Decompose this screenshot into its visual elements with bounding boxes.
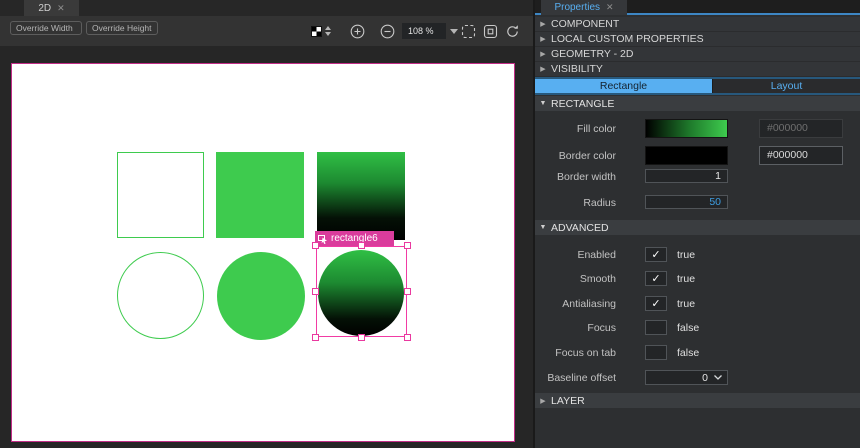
chevron-down-icon[interactable]: [714, 375, 722, 380]
canvas-background-color-swatch[interactable]: [311, 26, 322, 37]
properties-tabstrip: Properties ✕: [535, 0, 860, 15]
caret-right-icon: ▶: [535, 50, 551, 58]
rectangle-solid-green[interactable]: [216, 152, 304, 238]
section-local-custom-properties[interactable]: ▶ LOCAL CUSTOM PROPERTIES: [535, 32, 860, 47]
antialiasing-label: Antialiasing: [535, 298, 616, 310]
caret-down-icon: ▼: [535, 224, 551, 231]
caret-right-icon: ▶: [535, 65, 551, 73]
fill-color-label: Fill color: [535, 123, 616, 135]
close-icon[interactable]: ✕: [606, 2, 614, 13]
tab-2d-label: 2D: [38, 3, 51, 14]
design-studio-window: 2D ✕ Override Width Override Height 108 …: [0, 0, 860, 448]
section-title: ADVANCED: [551, 222, 609, 234]
zoom-to-selection-icon[interactable]: [483, 24, 498, 39]
focus-on-tab-label: Focus on tab: [535, 347, 616, 359]
tab-rectangle[interactable]: Rectangle: [535, 79, 712, 93]
border-color-label: Border color: [535, 150, 616, 162]
focus-checkbox[interactable]: [645, 320, 667, 335]
section-rectangle-header[interactable]: ▼ RECTANGLE: [535, 96, 860, 111]
caret-right-icon: ▶: [535, 20, 551, 28]
zoom-out-icon[interactable]: [380, 24, 395, 39]
border-color-swatch[interactable]: [645, 146, 728, 165]
caret-down-icon: ▼: [535, 100, 551, 107]
component-cursor-icon: [318, 234, 328, 244]
caret-right-icon: ▶: [535, 397, 551, 405]
focus-on-tab-value: false: [677, 347, 699, 359]
tab-layout[interactable]: Layout: [712, 79, 860, 93]
type-tabbar: Rectangle Layout: [535, 77, 860, 95]
section-layer-header[interactable]: ▶ LAYER: [535, 393, 860, 408]
selection-rectangle: [316, 246, 407, 337]
tab-properties[interactable]: Properties ✕: [541, 0, 627, 15]
selection-handle[interactable]: [312, 334, 319, 341]
zoom-level-field[interactable]: 108 %: [402, 23, 446, 39]
override-height-field[interactable]: Override Height: [86, 21, 158, 35]
fill-color-swatch[interactable]: [645, 119, 728, 138]
selection-label-badge[interactable]: rectangle6: [315, 231, 394, 246]
section-advanced-header[interactable]: ▼ ADVANCED: [535, 220, 860, 235]
selection-handle[interactable]: [358, 242, 365, 249]
2d-viewport[interactable]: rectangle6: [0, 46, 533, 448]
radius-label: Radius: [535, 197, 616, 209]
border-color-hex-field[interactable]: #000000: [759, 146, 843, 165]
fill-color-hex-field[interactable]: #000000: [759, 119, 843, 138]
selection-handle[interactable]: [404, 334, 411, 341]
section-title: LAYER: [551, 395, 585, 407]
selection-label-text: rectangle6: [331, 233, 378, 244]
properties-panel: Properties ✕ ▶ COMPONENT ▶ LOCAL CUSTOM …: [535, 0, 860, 448]
focus-label: Focus: [535, 322, 616, 334]
2d-editor-pane: 2D ✕ Override Width Override Height 108 …: [0, 0, 533, 448]
2d-toolbar: Override Width Override Height 108 %: [0, 16, 533, 46]
section-label: GEOMETRY - 2D: [551, 48, 633, 60]
section-visibility[interactable]: ▶ VISIBILITY: [535, 62, 860, 77]
antialiasing-checkbox[interactable]: ✓: [645, 296, 667, 311]
enabled-label: Enabled: [535, 249, 616, 261]
tab-2d[interactable]: 2D ✕: [24, 0, 79, 16]
circle-outline[interactable]: [117, 252, 204, 339]
rectangle-outline[interactable]: [117, 152, 204, 238]
override-width-field[interactable]: Override Width: [10, 21, 82, 35]
section-label: LOCAL CUSTOM PROPERTIES: [551, 33, 704, 45]
radius-field[interactable]: 50: [645, 195, 728, 209]
smooth-checkbox[interactable]: ✓: [645, 271, 667, 286]
close-icon[interactable]: ✕: [57, 3, 65, 14]
canvas-root-item[interactable]: rectangle6: [11, 63, 515, 442]
zoom-dropdown-icon[interactable]: [450, 29, 458, 34]
section-geometry-2d[interactable]: ▶ GEOMETRY - 2D: [535, 47, 860, 62]
zoom-in-icon[interactable]: [350, 24, 365, 39]
focus-on-tab-checkbox[interactable]: [645, 345, 667, 360]
baseline-offset-spinbox[interactable]: 0: [645, 370, 728, 385]
selection-handle[interactable]: [312, 288, 319, 295]
border-width-label: Border width: [535, 171, 616, 183]
baseline-offset-label: Baseline offset: [535, 372, 616, 384]
selection-handle[interactable]: [404, 242, 411, 249]
enabled-value: true: [677, 249, 695, 261]
section-title: RECTANGLE: [551, 98, 614, 110]
fit-canvas-icon[interactable]: [461, 24, 476, 39]
section-label: VISIBILITY: [551, 63, 603, 75]
caret-right-icon: ▶: [535, 35, 551, 43]
smooth-label: Smooth: [535, 273, 616, 285]
border-width-field[interactable]: 1: [645, 169, 728, 183]
enabled-checkbox[interactable]: ✓: [645, 247, 667, 262]
swatch-spinner-icon[interactable]: [325, 26, 331, 36]
spin-up-icon: [325, 26, 331, 30]
spin-down-icon: [325, 32, 331, 36]
selection-handle[interactable]: [358, 334, 365, 341]
focus-value: false: [677, 322, 699, 334]
2d-tabstrip: 2D ✕: [0, 0, 533, 16]
rectangle-gradient[interactable]: [317, 152, 405, 240]
section-component[interactable]: ▶ COMPONENT: [535, 17, 860, 32]
section-label: COMPONENT: [551, 18, 619, 30]
summary-sections: ▶ COMPONENT ▶ LOCAL CUSTOM PROPERTIES ▶ …: [535, 17, 860, 77]
selection-handle[interactable]: [404, 288, 411, 295]
circle-solid-green[interactable]: [217, 252, 305, 340]
antialiasing-value: true: [677, 298, 695, 310]
tab-properties-label: Properties: [554, 2, 600, 13]
reset-view-icon[interactable]: [505, 24, 520, 39]
selection-handle[interactable]: [312, 242, 319, 249]
baseline-offset-value: 0: [702, 372, 708, 384]
smooth-value: true: [677, 273, 695, 285]
